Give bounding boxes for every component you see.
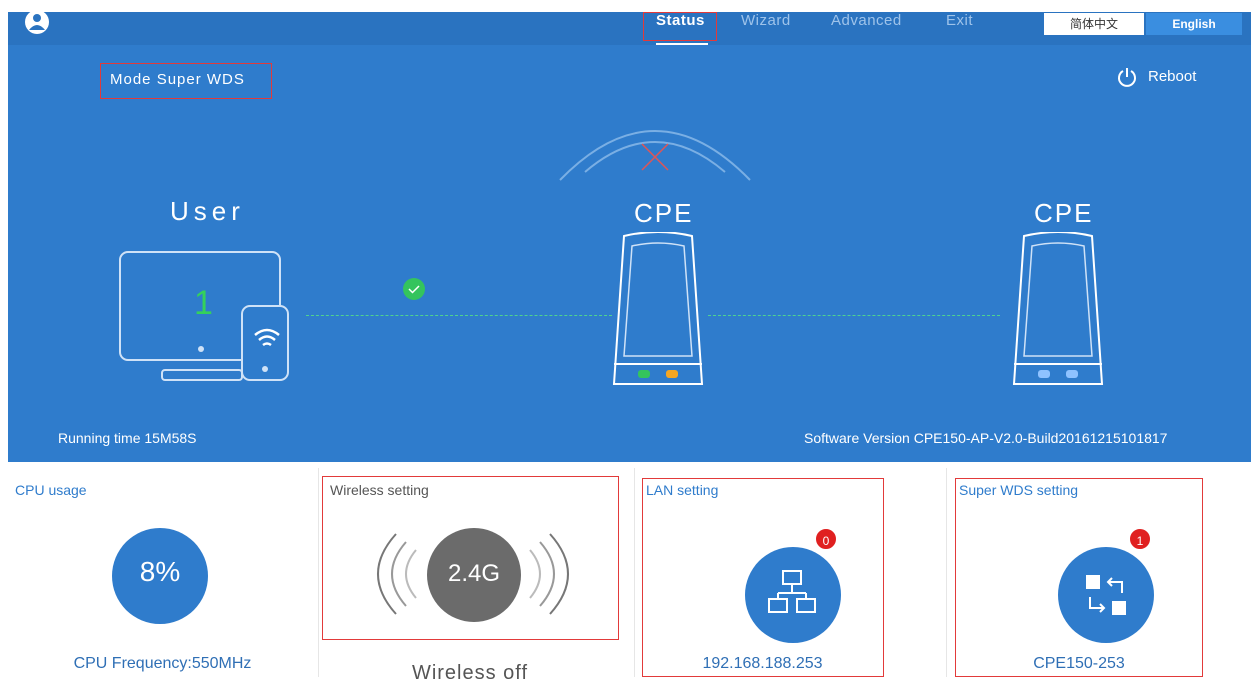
mode-label: Mode Super WDS [110, 71, 245, 88]
tab-exit[interactable]: Exit [946, 12, 973, 29]
link-user-cpe [306, 315, 612, 316]
lan-ip: 192.168.188.253 [702, 655, 823, 672]
lang-english-button[interactable]: English [1146, 13, 1242, 35]
cpu-frequency: CPU Frequency:550MHz [73, 655, 252, 672]
cpe-left-heading: CPE [634, 198, 694, 228]
wifi-signal-icon [252, 326, 282, 352]
panel-divider [946, 468, 947, 677]
wds-badge: 1 [1128, 527, 1152, 551]
network-icon [763, 565, 823, 625]
cpe-right-device [1010, 231, 1106, 388]
cpu-panel-title: CPU usage [15, 482, 87, 498]
cpe-left-device [610, 231, 706, 388]
lan-badge: 0 [814, 527, 838, 551]
panel-divider [318, 468, 319, 677]
software-version: Software Version CPE150-AP-V2.0-Build201… [804, 430, 1168, 446]
no-signal-icon [550, 102, 760, 182]
cpu-usage-value: 8% [139, 556, 181, 587]
tab-status[interactable]: Status [656, 12, 705, 29]
running-time: Running time 15M58S [58, 430, 197, 446]
user-heading: User [170, 196, 245, 226]
wds-panel-title: Super WDS setting [959, 482, 1079, 498]
cpe-right-heading: CPE [1034, 198, 1094, 228]
wireless-status: Wireless off [411, 662, 529, 684]
wireless-band-value: 2.4G [447, 560, 501, 587]
user-count: 1 [194, 284, 213, 322]
logo-icon [22, 10, 52, 40]
check-icon [402, 277, 426, 301]
lang-chinese-button[interactable]: 简体中文 [1044, 13, 1144, 35]
link-cpe-cpe [708, 315, 1000, 316]
tab-wizard[interactable]: Wizard [741, 12, 791, 29]
wireless-panel-title: Wireless setting [330, 482, 429, 498]
wds-icon [1078, 567, 1134, 623]
power-icon [1116, 66, 1138, 93]
tab-advanced[interactable]: Advanced [831, 12, 902, 29]
wds-device-name: CPE150-253 [1033, 655, 1125, 672]
reboot-label: Reboot [1148, 68, 1197, 85]
lan-panel-title: LAN setting [646, 482, 719, 498]
panel-divider [634, 468, 635, 677]
